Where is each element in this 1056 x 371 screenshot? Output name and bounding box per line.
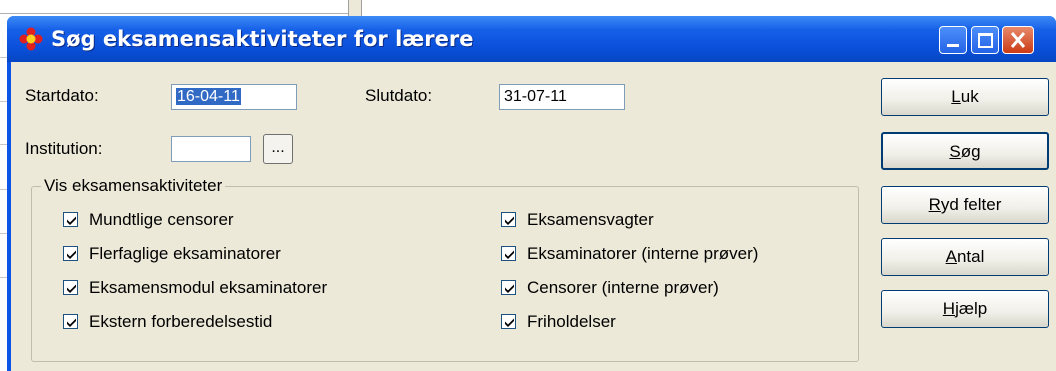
luk-button[interactable]: Luk [881,78,1049,116]
institution-label: Institution: [25,139,103,158]
button-label-rest: yd felter [940,195,1002,214]
checkmark-icon [505,216,514,225]
checkbox[interactable] [501,314,516,329]
check-label: Eksaminatorer (interne prøver) [527,244,759,263]
checkmark-icon [67,284,76,293]
check-eksamensmodul-eksaminatorer[interactable]: Eksamensmodul eksaminatorer [63,278,443,300]
checkmark-icon [67,250,76,259]
close-button[interactable] [1002,26,1034,54]
checkbox[interactable] [63,314,78,329]
checkmark-icon [505,250,514,259]
checkmark-icon [505,284,514,293]
institution-input[interactable] [171,136,251,162]
accelerator-key: H [942,299,956,318]
check-label: Ekstern forberedelsestid [89,312,273,331]
checkmark-icon [67,216,76,225]
check-label: Flerfaglige eksaminatorer [89,244,281,263]
antal-button[interactable]: Antal [881,238,1049,276]
check-censorer-interne[interactable]: Censorer (interne prøver) [501,278,841,300]
check-ekstern-forberedelsestid[interactable]: Ekstern forberedelsestid [63,312,443,334]
slutdato-label: Slutdato: [365,86,433,105]
accelerator-key: R [928,195,941,214]
institution-browse-button[interactable]: ... [263,134,293,164]
background-separator [0,13,352,14]
button-label-rest: uk [960,87,979,106]
checkbox[interactable] [63,246,78,261]
button-label-rest: øg [960,142,981,161]
checkbox[interactable] [63,280,78,295]
checkbox[interactable] [501,212,516,227]
check-eksaminatorer-interne[interactable]: Eksaminatorer (interne prøver) [501,244,841,266]
group-title: Vis eksamensaktiviteter [41,176,226,196]
minimize-icon [947,44,959,47]
window-title: Søg eksamensaktiviteter for lærere [51,27,474,51]
accelerator-key: A [945,247,957,266]
check-friholdelser[interactable]: Friholdelser [501,312,841,334]
search-dialog: Søg eksamensaktiviteter for lærere Start… [7,16,1056,371]
background-column-divider[interactable] [348,0,362,16]
minimize-button[interactable] [939,26,967,54]
check-label: Eksamensmodul eksaminatorer [89,278,328,297]
dialog-client-area: Startdato: 16-04-11 Slutdato: 31-07-11 I… [11,62,1056,371]
button-label-rest: ntal [956,247,985,266]
maximize-button[interactable] [971,26,999,54]
checkbox[interactable] [63,212,78,227]
ryd-felter-button[interactable]: Ryd felter [881,186,1049,224]
check-label: Censorer (interne prøver) [527,278,719,297]
maximize-icon [978,33,993,48]
checkmark-icon [67,318,76,327]
startdato-input[interactable]: 16-04-11 [171,84,297,110]
accelerator-key: S [949,142,961,161]
checkbox[interactable] [501,280,516,295]
check-eksamensvagter[interactable]: Eksamensvagter [501,210,841,232]
check-label: Friholdelser [527,312,616,331]
check-label: Mundtlige censorer [89,210,234,229]
check-mundtlige-censorer[interactable]: Mundtlige censorer [63,210,443,232]
close-icon [1010,32,1026,48]
checkbox[interactable] [501,246,516,261]
accelerator-key: L [951,87,961,106]
button-label-rest: jælp [955,299,988,318]
sog-button[interactable]: Søg [881,132,1049,170]
startdato-value: 16-04-11 [176,88,241,105]
check-flerfaglige-eksaminatorer[interactable]: Flerfaglige eksaminatorer [63,244,443,266]
checkmark-icon [505,318,514,327]
hjaelp-button[interactable]: Hjælp [881,290,1049,328]
title-bar[interactable]: Søg eksamensaktiviteter for lærere [7,16,1056,62]
check-label: Eksamensvagter [527,210,654,229]
app-flower-icon [19,27,43,51]
startdato-label: Startdato: [25,86,99,105]
slutdato-input[interactable]: 31-07-11 [499,84,625,110]
